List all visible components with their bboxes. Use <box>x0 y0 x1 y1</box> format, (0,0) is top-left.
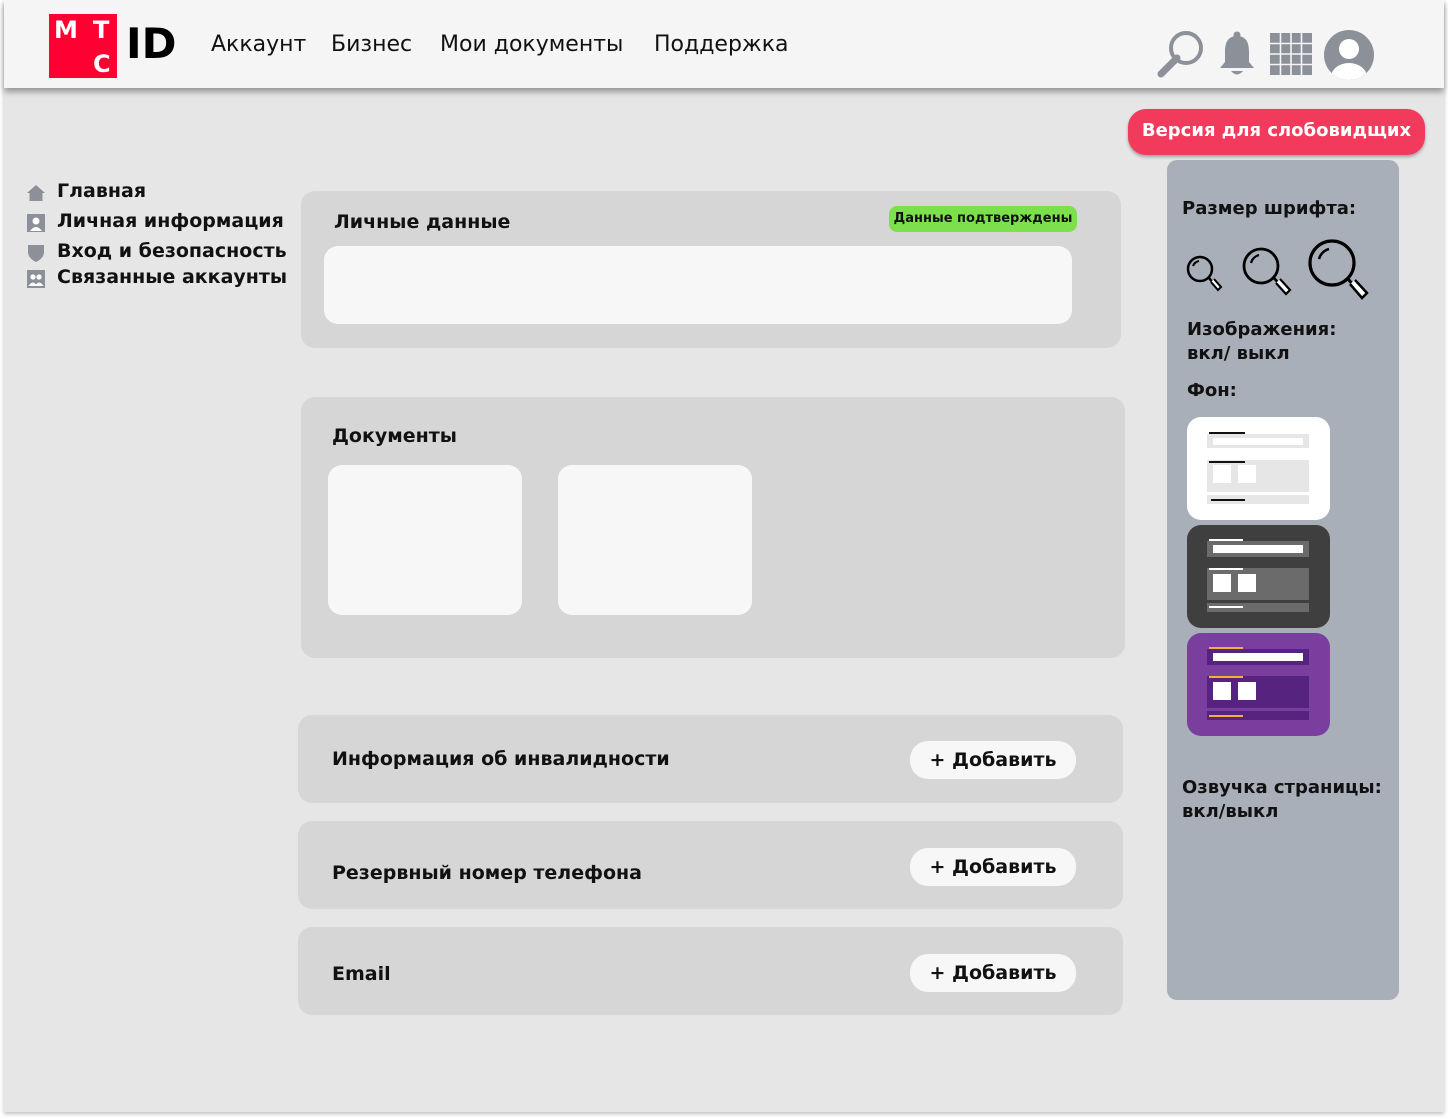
personal-data-field[interactable] <box>324 246 1072 324</box>
logo-letter-s: С <box>93 50 111 78</box>
disability-info-title: Информация об инвалидности <box>332 748 670 770</box>
personal-data-title: Личные данные <box>334 211 511 233</box>
documents-title: Документы <box>332 425 457 447</box>
home-icon <box>26 183 46 203</box>
logo-letter-m: М <box>54 16 78 44</box>
top-header: М Т С ID Аккаунт Бизнес Мои документы По… <box>4 0 1444 88</box>
user-avatar-icon[interactable] <box>1323 29 1375 85</box>
add-backup-phone-button[interactable]: + Добавить <box>910 848 1076 886</box>
sidebar-item-label: Вход и безопасность <box>57 240 287 262</box>
font-medium-icon[interactable] <box>1240 246 1296 304</box>
nav-my-documents[interactable]: Мои документы <box>440 30 623 60</box>
nav-support[interactable]: Поддержка <box>654 30 789 60</box>
font-large-icon[interactable] <box>1306 238 1372 308</box>
add-disability-info-button[interactable]: + Добавить <box>910 741 1076 779</box>
font-small-icon[interactable] <box>1185 254 1225 300</box>
mts-logo[interactable]: М Т С <box>49 14 117 78</box>
sidebar-item-label: Главная <box>57 180 147 202</box>
background-label: Фон: <box>1187 380 1237 401</box>
add-email-button[interactable]: + Добавить <box>910 954 1076 992</box>
logo-letter-t: Т <box>93 16 110 44</box>
images-toggle[interactable]: вкл/ выкл <box>1187 342 1290 366</box>
voice-label: Озвучка страницы: <box>1182 777 1382 798</box>
bell-icon[interactable] <box>1217 30 1257 82</box>
accessibility-panel: Размер шрифта: Изображения: вкл/ выкл Фо… <box>1167 160 1399 1000</box>
theme-light-option[interactable] <box>1187 417 1330 520</box>
voice-toggle[interactable]: вкл/выкл <box>1182 800 1278 824</box>
nav-account[interactable]: Аккаунт <box>211 30 306 60</box>
sidebar-item-label: Личная информация <box>57 210 284 232</box>
shield-icon <box>26 243 46 263</box>
person-icon <box>26 213 46 233</box>
logo-id-text: ID <box>126 19 177 68</box>
sidebar-item-label: Связанные аккаунты <box>57 266 288 288</box>
theme-dark-option[interactable] <box>1187 525 1330 628</box>
document-tile[interactable] <box>328 465 522 615</box>
linked-accounts-icon <box>26 269 46 289</box>
theme-purple-option[interactable] <box>1187 633 1330 736</box>
email-title: Email <box>332 963 391 985</box>
backup-phone-title: Резервный номер телефона <box>332 862 642 884</box>
verified-badge: Данные подтверждены <box>889 206 1077 232</box>
apps-grid-icon[interactable] <box>1270 33 1312 79</box>
document-tile[interactable] <box>558 465 752 615</box>
low-vision-version-button[interactable]: Версия для слобовидщих <box>1128 109 1425 155</box>
search-icon[interactable] <box>1155 28 1207 82</box>
images-label: Изображения: <box>1187 319 1337 340</box>
nav-business[interactable]: Бизнес <box>331 30 412 60</box>
page-frame: М Т С ID Аккаунт Бизнес Мои документы По… <box>4 0 1444 1112</box>
font-size-label: Размер шрифта: <box>1182 198 1357 219</box>
